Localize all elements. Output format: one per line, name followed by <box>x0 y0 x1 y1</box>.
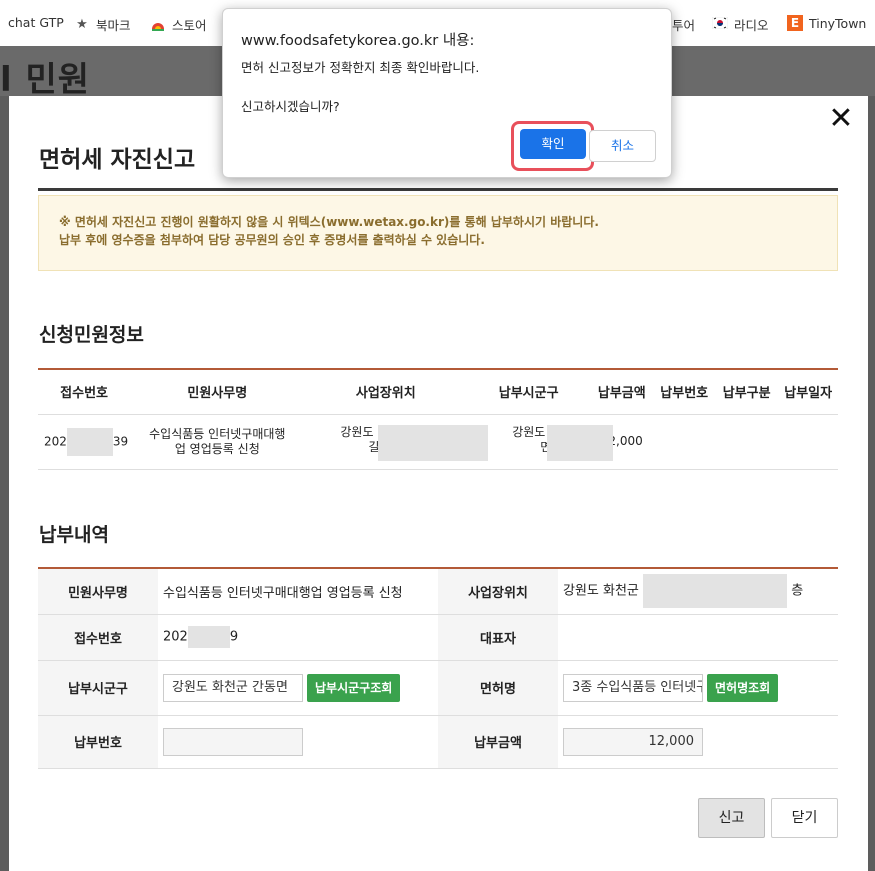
payment-table: 민원사무명 수입식품등 인터넷구매대행업 영업등록 신청 사업장위치 강원도 화… <box>38 567 838 769</box>
applicant-section-title: 신청민원정보 <box>39 324 144 346</box>
district-cell: 강원도 면 <box>467 414 614 470</box>
amount-label: 납부금액 <box>438 715 558 768</box>
bookmark-tinytown[interactable]: E TinyTown <box>787 15 866 31</box>
redacted-block <box>187 626 230 648</box>
location-suffix: 층 <box>791 583 804 599</box>
cancel-button[interactable]: 취소 <box>589 130 656 162</box>
table-row: 민원사무명 수입식품등 인터넷구매대행업 영업등록 신청 사업장위치 강원도 화… <box>38 568 838 614</box>
amount-field-cell: 12,000 <box>558 715 838 768</box>
location-label: 사업장위치 <box>438 568 558 614</box>
payment-number-input[interactable] <box>163 727 303 756</box>
payment-section-title: 납부내역 <box>39 524 109 546</box>
table-header-row: 접수번호 민원사무명 사업장위치 납부시군구 납부금액 납부번호 납부구분 납부… <box>38 368 838 415</box>
representative-value <box>558 614 838 660</box>
col-header: 납부구분 <box>714 368 779 415</box>
table-row: 납부번호 납부금액 12,000 <box>38 715 838 768</box>
col-header: 사업장위치 <box>304 368 468 415</box>
bookmark-label: 라디오 <box>734 18 769 33</box>
receipt-prefix: 202 <box>163 629 188 645</box>
payment-type-cell <box>714 414 779 470</box>
bookmark-label: 북마크 <box>96 18 131 33</box>
table-row: 접수번호 202 9 대표자 <box>38 614 838 660</box>
receipt-suffix: 39 <box>112 434 129 448</box>
table-row: 납부시군구 강원도 화천군 간동면 납부시군구조회 면허명 3종 수입식품등 인터… <box>38 660 838 715</box>
receipt-value: 202 9 <box>158 614 438 660</box>
license-input[interactable]: 3종 수입식품등 인터넷구매대행업 <box>563 673 703 702</box>
col-header: 민원사무명 <box>130 368 305 415</box>
representative-label: 대표자 <box>438 614 558 660</box>
district-field-cell: 강원도 화천군 간동면 납부시군구조회 <box>158 660 438 715</box>
ok-button[interactable]: 확인 <box>520 129 586 159</box>
receipt-label: 접수번호 <box>38 614 158 660</box>
location-value: 강원도 화천군 층 <box>558 568 838 614</box>
license-tax-modal: 면허세 자진신고 ✕ ※ 면허세 자진신고 진행이 원활하지 않을 시 위텍스(… <box>9 96 868 871</box>
location-prefix: 강원도 화천군 <box>563 583 639 599</box>
redacted-block <box>643 574 788 609</box>
bookmark-label: chat GTP <box>8 15 64 30</box>
district-line-1: 강원도 <box>512 424 546 439</box>
license-field-cell: 3종 수입식품등 인터넷구매대행업면허명조회 <box>558 660 838 715</box>
license-search-button[interactable]: 면허명조회 <box>707 673 779 702</box>
bookmark-label: TinyTown <box>809 15 867 31</box>
dialog-origin: www.foodsafetykorea.go.kr 내용: <box>241 33 475 49</box>
receipt-prefix: 202 <box>44 434 67 448</box>
license-label: 면허명 <box>438 660 558 715</box>
amount-input[interactable]: 12,000 <box>563 727 703 756</box>
service-name-cell: 수입식품등 인터넷구매대행업 영업등록 신청 <box>130 414 305 470</box>
payment-number-label: 납부번호 <box>38 715 158 768</box>
korea-flag-icon <box>711 16 729 33</box>
receipt-number-cell: 202 39 <box>38 414 131 470</box>
notice-box: ※ 면허세 자진신고 진행이 원활하지 않을 시 위텍스(www.wetax.g… <box>38 195 838 271</box>
notice-line-2: 납부 후에 영수증을 첨부하여 담당 공무원의 승인 후 증명서를 출력하실 수… <box>59 233 485 247</box>
district-line-2: 면 <box>540 439 552 454</box>
col-header: 접수번호 <box>38 368 131 415</box>
dialog-message-1: 면허 신고정보가 정확한지 최종 확인바랍니다. <box>241 60 480 75</box>
applicant-table: 접수번호 민원사무명 사업장위치 납부시군구 납부금액 납부번호 납부구분 납부… <box>38 368 838 470</box>
etsy-icon: E <box>787 15 803 31</box>
col-header: 납부일자 <box>778 368 838 415</box>
service-label: 민원사무명 <box>38 568 158 614</box>
title-divider <box>38 188 838 191</box>
table-row[interactable]: 202 39 수입식품등 인터넷구매대행업 영업등록 신청 강원도 길 강원도 면… <box>38 414 838 470</box>
modal-title: 면허세 자진신고 <box>39 147 196 173</box>
bookmark-radio[interactable]: 라디오 <box>711 15 769 34</box>
report-button[interactable]: 신고 <box>698 798 765 838</box>
store-icon <box>150 17 166 33</box>
col-header: 납부금액 <box>590 368 654 415</box>
bookmark-tour[interactable]: 투어 <box>672 15 695 34</box>
bookmark-label: 투어 <box>672 18 696 33</box>
district-input[interactable]: 강원도 화천군 간동면 <box>163 673 303 702</box>
col-header: 납부번호 <box>653 368 715 415</box>
receipt-suffix: 9 <box>229 629 239 645</box>
redacted-block <box>547 424 614 461</box>
payment-number-field-cell <box>158 715 438 768</box>
col-header: 납부시군구 <box>467 368 591 415</box>
district-label: 납부시군구 <box>38 660 158 715</box>
bookmark-label: 스토어 <box>172 18 207 33</box>
location-cell: 강원도 길 <box>304 414 489 470</box>
star-icon: ★ <box>76 16 88 32</box>
location-line-2: 길 <box>368 439 380 454</box>
redacted-block <box>66 427 113 456</box>
district-search-button[interactable]: 납부시군구조회 <box>307 673 401 702</box>
close-button[interactable]: 닫기 <box>771 798 838 838</box>
location-line-1: 강원도 <box>340 424 374 439</box>
close-icon[interactable]: ✕ <box>826 104 856 134</box>
bookmark-chat-gtp[interactable]: chat GTP <box>8 15 64 30</box>
dialog-message-2: 신고하시겠습니까? <box>241 99 340 114</box>
payment-date-cell <box>778 414 838 470</box>
bookmark-favorites[interactable]: ★ 북마크 <box>74 15 131 34</box>
service-value: 수입식품등 인터넷구매대행업 영업등록 신청 <box>163 585 403 601</box>
notice-line-1: ※ 면허세 자진신고 진행이 원활하지 않을 시 위텍스(www.wetax.g… <box>59 215 599 229</box>
background-page-title: l 민원 <box>0 60 91 100</box>
confirm-dialog: www.foodsafetykorea.go.kr 내용: 면허 신고정보가 정… <box>222 8 672 178</box>
bookmark-store[interactable]: 스토어 <box>150 15 207 34</box>
payment-number-cell <box>653 414 715 470</box>
